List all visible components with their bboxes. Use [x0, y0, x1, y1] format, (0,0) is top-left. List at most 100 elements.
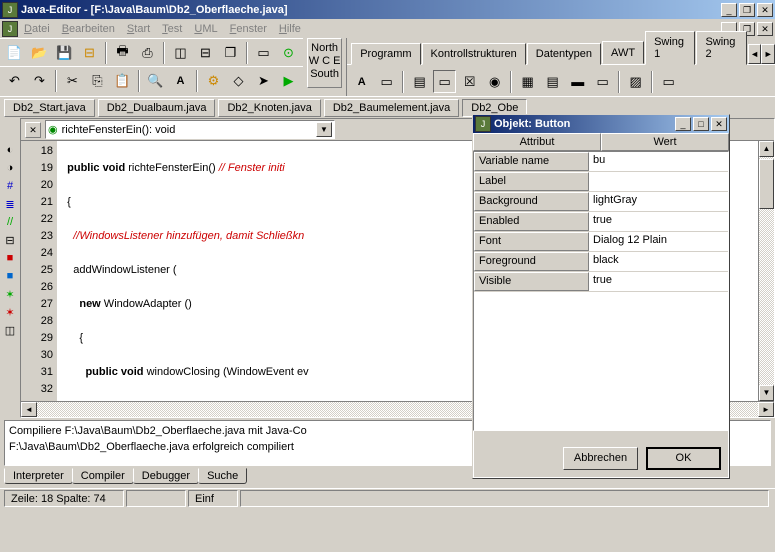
prop-value-input[interactable]: bu [589, 152, 728, 171]
comment-icon[interactable]: // [2, 214, 18, 230]
prop-value-input[interactable]: black [589, 252, 728, 271]
structure-icon[interactable]: ⊟ [2, 232, 18, 248]
menu-start[interactable]: Start [127, 23, 150, 35]
scroll-right-icon[interactable]: ► [758, 402, 774, 417]
menu-uml[interactable]: UML [194, 23, 217, 35]
cancel-button[interactable]: Abbrechen [563, 447, 638, 470]
menu-bearbeiten[interactable]: Bearbeiten [62, 23, 115, 35]
tab-kontrollstrukturen[interactable]: Kontrollstrukturen [422, 43, 526, 65]
menu-fenster[interactable]: Fenster [230, 23, 267, 35]
cut-icon[interactable]: ✂ [61, 69, 84, 92]
diagram-icon[interactable]: ◇ [227, 69, 250, 92]
textfield-widget-icon[interactable]: ▭ [375, 70, 398, 93]
filetab-db2-knoten[interactable]: Db2_Knoten.java [218, 99, 320, 117]
menubar-widget-icon[interactable]: ▭ [657, 70, 680, 93]
paste-icon[interactable]: 📋 [111, 69, 134, 92]
dialog-close-button[interactable]: ✕ [711, 117, 727, 131]
replace-icon[interactable]: A [169, 69, 192, 92]
indent-icon[interactable]: ≣ [2, 196, 18, 212]
tab-suche[interactable]: Suche [198, 468, 247, 484]
window-cascade-icon[interactable]: ❐ [219, 41, 242, 64]
print-icon[interactable]: 🖶 [111, 41, 134, 64]
undo-icon[interactable]: ↶ [3, 69, 26, 92]
tab-scroll-right[interactable]: ► [761, 44, 775, 64]
tab-awt[interactable]: AWT [602, 41, 644, 64]
minimize-button[interactable]: _ [721, 3, 737, 17]
tab-datentypen[interactable]: Datentypen [527, 43, 601, 65]
tab-programm[interactable]: Programm [351, 43, 420, 65]
tab-swing2[interactable]: Swing 2 [696, 31, 746, 65]
step-icon[interactable]: ➤ [252, 69, 275, 92]
window-v-icon[interactable]: ⊟ [194, 41, 217, 64]
tab-interpreter[interactable]: Interpreter [4, 468, 73, 484]
breakpoint-off-icon[interactable]: ■ [2, 268, 18, 284]
choice-widget-icon[interactable]: ▤ [541, 70, 564, 93]
trace-icon[interactable]: ◫ [2, 322, 18, 338]
close-panel-icon[interactable]: ✕ [25, 122, 41, 138]
canvas-widget-icon[interactable]: ▨ [624, 70, 647, 93]
ok-button[interactable]: OK [646, 447, 721, 470]
msgbox-icon[interactable]: ▭ [252, 41, 275, 64]
tab-swing1[interactable]: Swing 1 [645, 31, 695, 65]
tab-debugger[interactable]: Debugger [133, 468, 199, 484]
checkbox-widget-icon[interactable]: ☒ [458, 70, 481, 93]
copy-icon[interactable]: ⎘ [86, 69, 109, 92]
goto-icon[interactable]: ◑ [2, 160, 18, 176]
radio-widget-icon[interactable]: ◉ [483, 70, 506, 93]
filetab-db2-baumelement[interactable]: Db2_Baumelement.java [324, 99, 459, 117]
hash-icon[interactable]: # [2, 178, 18, 194]
export-icon[interactable]: ⎙ [136, 41, 159, 64]
tab-scroll-left[interactable]: ◄ [748, 44, 762, 64]
new-file-icon[interactable]: 📄 [3, 41, 26, 64]
prop-value-input[interactable]: lightGray [589, 192, 728, 211]
bookmark-icon[interactable]: ◐ [2, 142, 18, 158]
window-h-icon[interactable]: ◫ [169, 41, 192, 64]
panel-widget-icon[interactable]: ▭ [591, 70, 614, 93]
border-layout-widget[interactable]: North W C E South [307, 38, 342, 88]
prop-value-input[interactable]: Dialog 12 Plain [589, 232, 728, 251]
menu-datei[interactable]: Datei [24, 23, 50, 35]
maximize-button[interactable]: ❐ [739, 3, 755, 17]
list-widget-icon[interactable]: ▦ [516, 70, 539, 93]
scroll-down-icon[interactable]: ▼ [759, 385, 774, 401]
search-icon[interactable]: 🔍 [144, 69, 167, 92]
scroll-thumb[interactable] [759, 159, 774, 209]
scroll-left-icon[interactable]: ◄ [21, 402, 37, 417]
close-button[interactable]: ✕ [757, 3, 773, 17]
header-attribut[interactable]: Attribut [473, 133, 601, 151]
prop-value-input[interactable]: true [589, 272, 728, 291]
dropdown-icon[interactable]: ▼ [316, 122, 332, 137]
save-icon[interactable]: 💾 [53, 41, 76, 64]
dialog-minimize-button[interactable]: _ [675, 117, 691, 131]
tab-compiler[interactable]: Compiler [72, 468, 134, 484]
menu-test[interactable]: Test [162, 23, 182, 35]
dialog-titlebar[interactable]: J Objekt: Button _ □ ✕ [473, 115, 729, 133]
scrollbar-widget-icon[interactable]: ▬ [566, 70, 589, 93]
label-widget-icon[interactable]: A [350, 70, 373, 93]
open-file-icon[interactable]: 📂 [28, 41, 51, 64]
compass-south[interactable]: South [308, 68, 341, 81]
scroll-up-icon[interactable]: ▲ [759, 141, 774, 157]
browser-icon[interactable]: ⊙ [277, 41, 300, 64]
method-combo[interactable]: ◉ richteFensterEin(): void ▼ [45, 120, 335, 139]
compass-north[interactable]: North [308, 42, 341, 55]
compile-icon[interactable]: ⚙ [202, 69, 225, 92]
dialog-maximize-button[interactable]: □ [693, 117, 709, 131]
save-all-icon[interactable]: ⊟ [78, 41, 101, 64]
marker-red-icon[interactable]: ✶ [2, 304, 18, 320]
filetab-db2-start[interactable]: Db2_Start.java [4, 99, 95, 117]
button-widget-icon[interactable]: ▭ [433, 70, 456, 93]
textarea-widget-icon[interactable]: ▤ [408, 70, 431, 93]
prop-value-input[interactable] [589, 172, 728, 191]
breakpoint-on-icon[interactable]: ■ [2, 250, 18, 266]
mdi-close-button[interactable]: ✕ [757, 22, 773, 36]
prop-value-input[interactable]: true [589, 212, 728, 231]
vertical-scrollbar[interactable]: ▲ ▼ [758, 141, 774, 401]
run-icon[interactable]: ▶ [277, 69, 300, 92]
header-wert[interactable]: Wert [601, 133, 729, 151]
marker-green-icon[interactable]: ✶ [2, 286, 18, 302]
compass-wce[interactable]: W C E [308, 55, 341, 68]
menu-hilfe[interactable]: Hilfe [279, 23, 301, 35]
redo-icon[interactable]: ↷ [28, 69, 51, 92]
filetab-db2-dualbaum[interactable]: Db2_Dualbaum.java [98, 99, 216, 117]
